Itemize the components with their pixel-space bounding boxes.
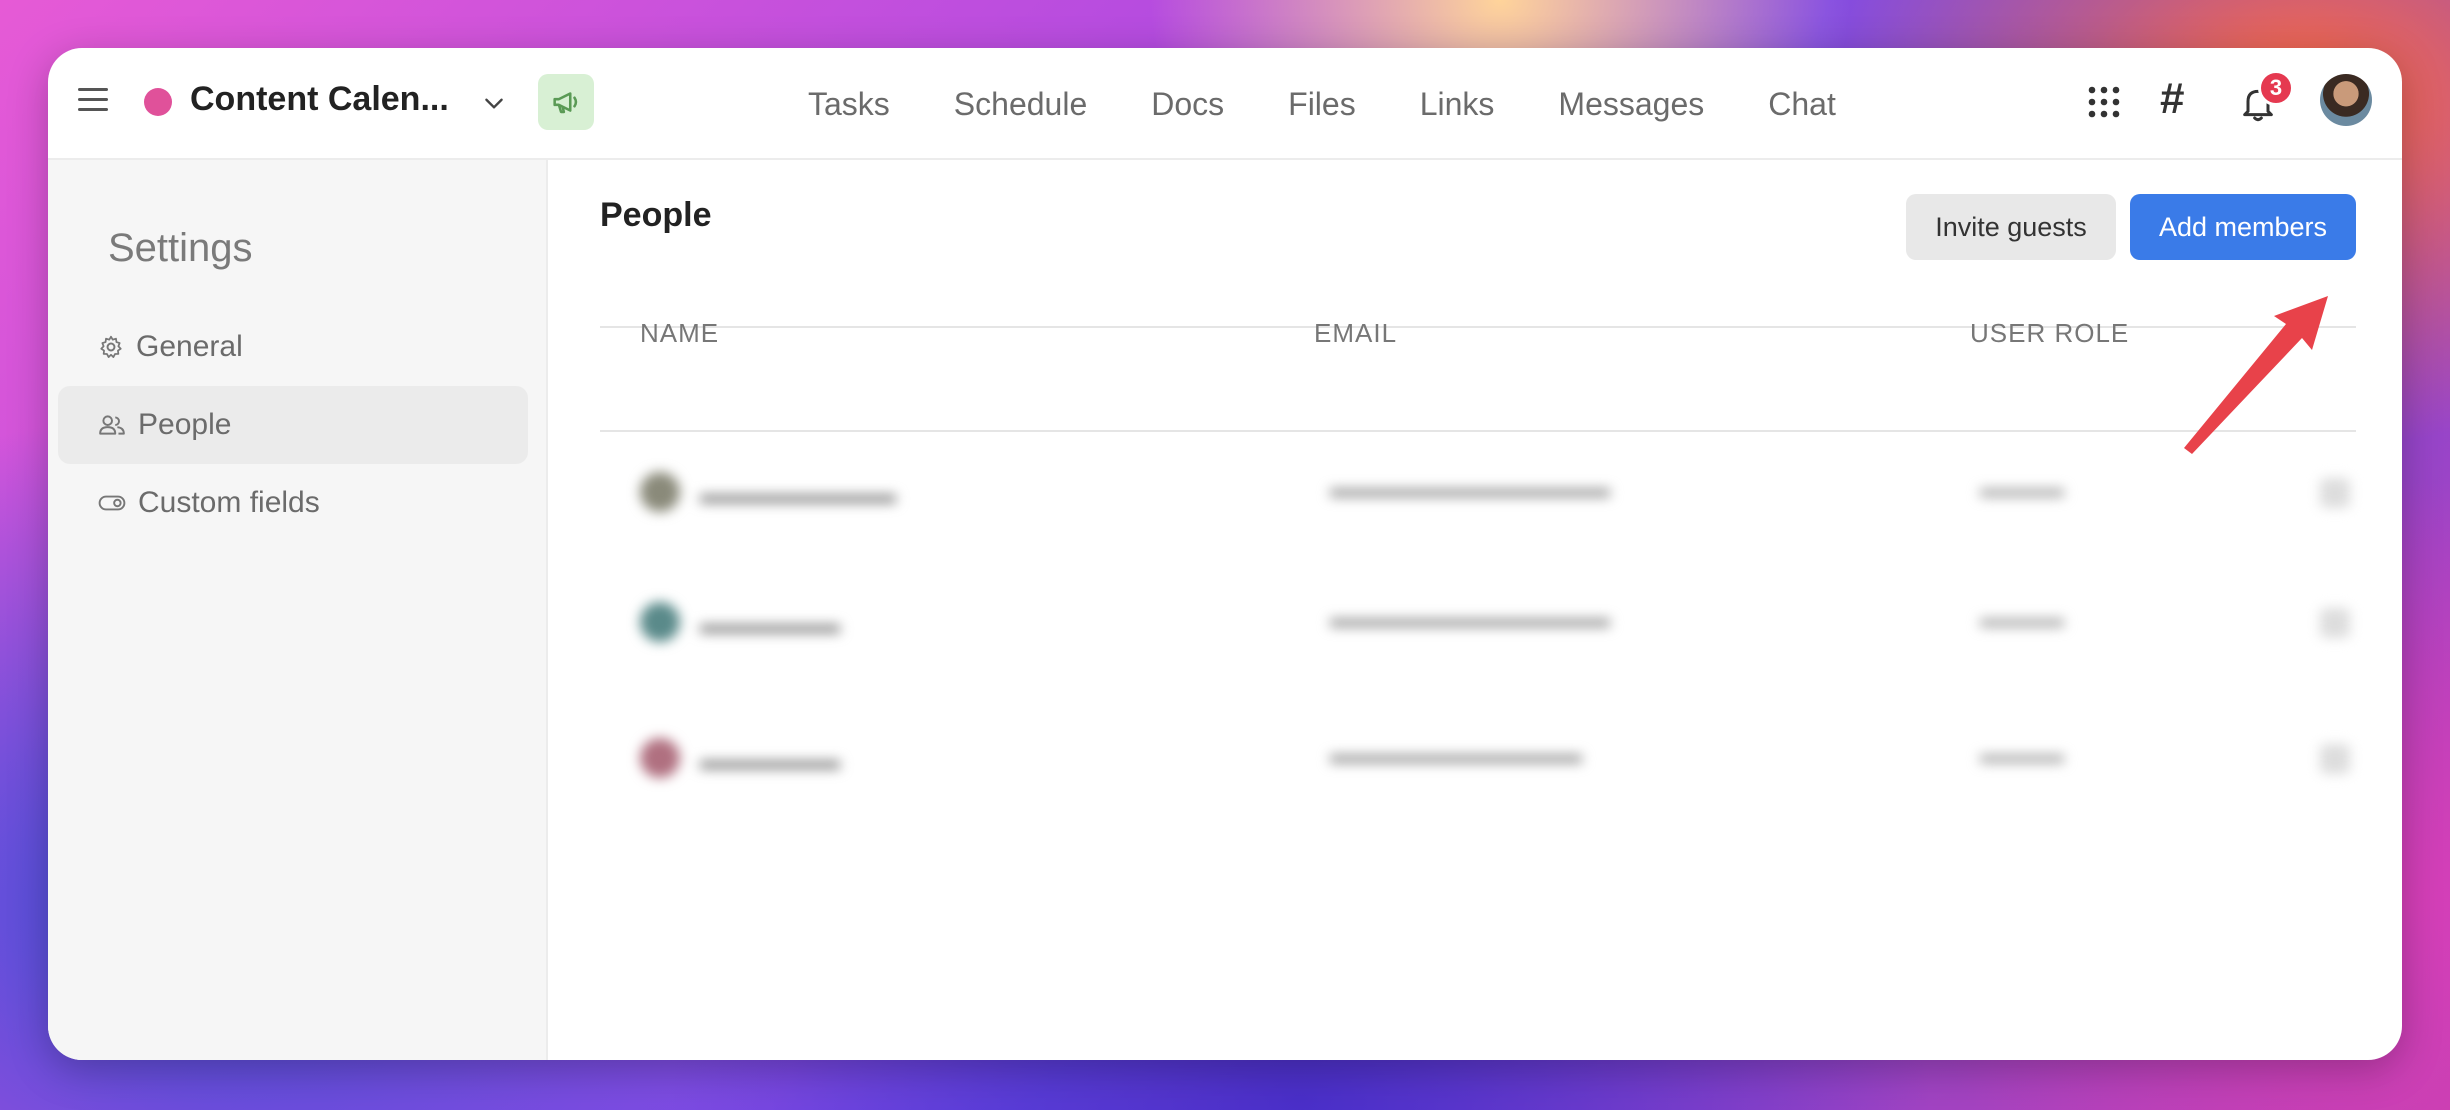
table-row[interactable]: ▬▬▬▬▬ ▬▬▬▬▬▬▬▬▬ ▬▬▬: [600, 708, 2356, 818]
avatar: [640, 602, 680, 642]
sidebar-item-label: People: [138, 408, 232, 441]
avatar[interactable]: [2320, 74, 2372, 126]
sidebar-item-label: General: [136, 330, 243, 363]
member-role-blurred: ▬▬▬: [1980, 602, 2064, 633]
project-color-dot: [144, 88, 172, 116]
people-panel: People Invite guests Add members NAME EM…: [550, 160, 2402, 1060]
nav-files[interactable]: Files: [1288, 86, 1356, 123]
settings-sidebar: Settings General People Custom fields: [48, 160, 548, 1060]
row-menu-icon[interactable]: [2320, 608, 2350, 638]
column-header-user-role[interactable]: USER ROLE: [1970, 318, 2129, 349]
app-window: Content Calen... Tasks Schedule Docs Fil…: [48, 48, 2402, 1060]
sidebar-title: Settings: [108, 226, 253, 270]
main-nav: Tasks Schedule Docs Files Links Messages…: [808, 48, 1900, 160]
avatar: [640, 738, 680, 778]
sidebar-item-custom-fields[interactable]: Custom fields: [58, 464, 528, 542]
sidebar-item-label: Custom fields: [138, 486, 320, 519]
hashtag-icon[interactable]: #: [2160, 74, 2184, 124]
column-header-name[interactable]: NAME: [640, 318, 719, 349]
table-row[interactable]: ▬▬▬▬▬ ▬▬▬▬▬▬▬▬▬▬ ▬▬▬: [600, 572, 2356, 682]
megaphone-icon[interactable]: [538, 74, 594, 130]
member-role-blurred: ▬▬▬: [1980, 472, 2064, 503]
member-email-blurred: ▬▬▬▬▬▬▬▬▬▬: [1330, 602, 1610, 633]
table-header-divider: [600, 430, 2356, 432]
member-name-blurred: ▬▬▬▬▬▬▬: [700, 478, 896, 509]
sidebar-item-general[interactable]: General: [58, 308, 528, 386]
top-bar: Content Calen... Tasks Schedule Docs Fil…: [48, 48, 2402, 160]
column-header-email[interactable]: EMAIL: [1314, 318, 1397, 349]
nav-messages[interactable]: Messages: [1558, 86, 1704, 123]
annotation-arrow-icon: [2184, 296, 2328, 454]
member-name-blurred: ▬▬▬▬▬: [700, 608, 840, 639]
people-icon: [99, 415, 125, 435]
member-email-blurred: ▬▬▬▬▬▬▬▬▬: [1330, 738, 1582, 769]
nav-chat[interactable]: Chat: [1768, 86, 1836, 123]
chevron-down-icon[interactable]: [481, 90, 507, 116]
nav-schedule[interactable]: Schedule: [954, 86, 1087, 123]
invite-guests-button[interactable]: Invite guests: [1906, 194, 2116, 260]
menu-icon[interactable]: [78, 88, 108, 112]
page-title: People: [600, 196, 712, 234]
nav-links[interactable]: Links: [1420, 86, 1495, 123]
nav-docs[interactable]: Docs: [1151, 86, 1224, 123]
avatar: [640, 472, 680, 512]
toggle-icon: [98, 495, 126, 511]
table-row[interactable]: ▬▬▬▬▬▬▬ ▬▬▬▬▬▬▬▬▬▬ ▬▬▬: [600, 442, 2356, 552]
add-members-button[interactable]: Add members: [2130, 194, 2356, 260]
member-email-blurred: ▬▬▬▬▬▬▬▬▬▬: [1330, 472, 1610, 503]
apps-grid-icon[interactable]: [2086, 84, 2122, 120]
notification-badge: 3: [2258, 70, 2294, 106]
sidebar-item-people[interactable]: People: [58, 386, 528, 464]
member-name-blurred: ▬▬▬▬▬: [700, 744, 840, 775]
project-name[interactable]: Content Calen...: [190, 80, 449, 119]
nav-tasks[interactable]: Tasks: [808, 86, 890, 123]
gear-icon: [100, 335, 122, 358]
row-menu-icon[interactable]: [2320, 478, 2350, 508]
member-role-blurred: ▬▬▬: [1980, 738, 2064, 769]
row-menu-icon[interactable]: [2320, 744, 2350, 774]
